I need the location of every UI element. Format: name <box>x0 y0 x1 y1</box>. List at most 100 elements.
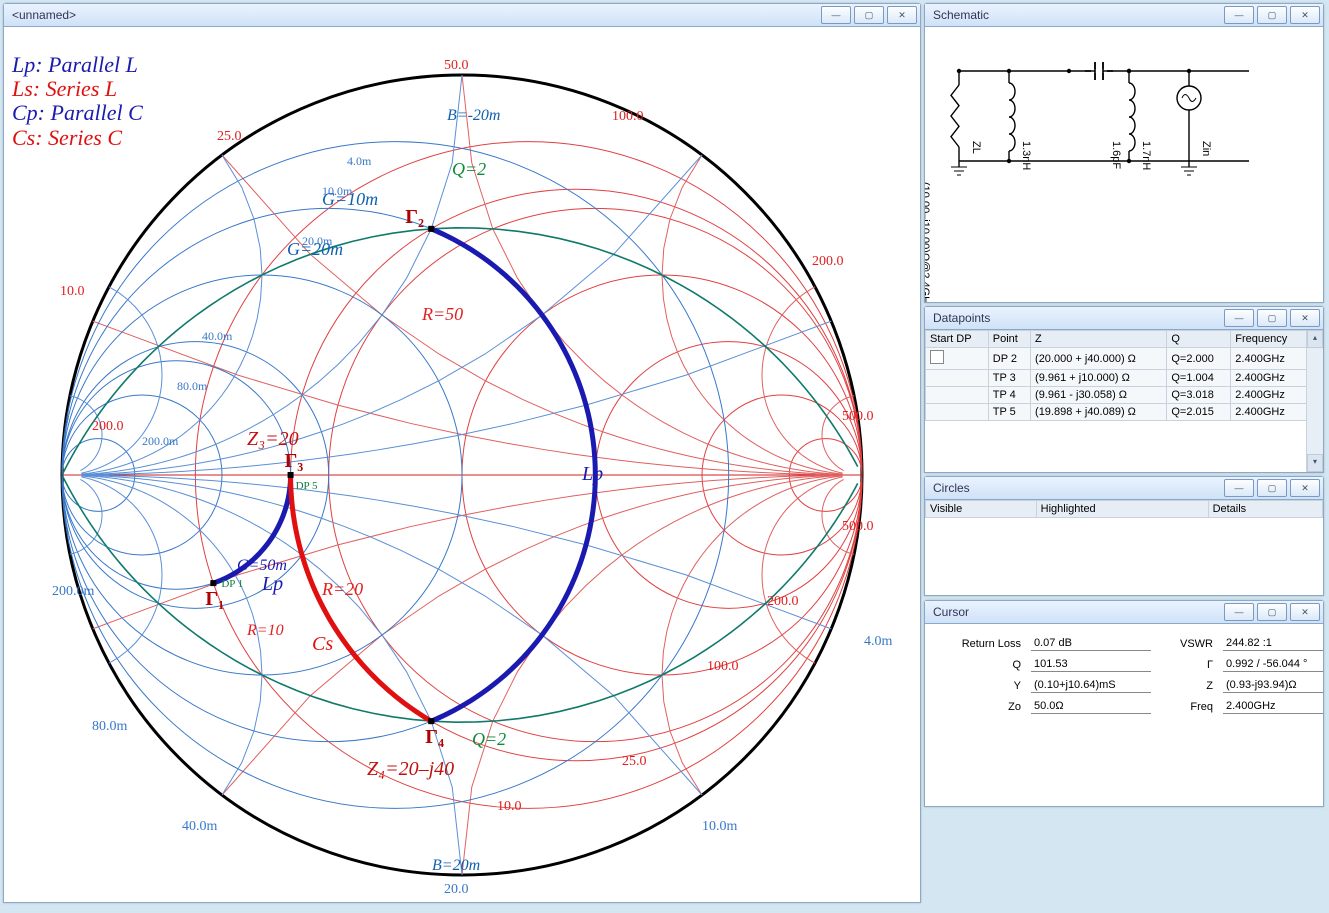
lab-return-loss: Return Loss <box>935 638 1025 650</box>
svg-text:R=50: R=50 <box>421 304 463 324</box>
cell-q: Q=3.018 <box>1167 387 1231 404</box>
cursor-window: Cursor — ▢ ✕ Return Loss 0.07 dB VSWR 24… <box>924 600 1324 807</box>
schematic-titlebar[interactable]: Schematic — ▢ ✕ <box>925 4 1323 27</box>
col-z[interactable]: Z <box>1031 331 1167 348</box>
col-point[interactable]: Point <box>988 331 1030 348</box>
svg-text:200.0: 200.0 <box>767 594 799 609</box>
cell-q: Q=2.000 <box>1167 348 1231 370</box>
close-icon[interactable]: ✕ <box>1290 603 1320 621</box>
chart-body[interactable]: Lp: Parallel L Ls: Series L Cp: Parallel… <box>4 27 920 902</box>
col-q[interactable]: Q <box>1167 331 1231 348</box>
svg-text:20.0: 20.0 <box>444 882 469 897</box>
minimize-icon[interactable]: — <box>1224 479 1254 497</box>
maximize-icon[interactable]: ▢ <box>1257 6 1287 24</box>
svg-text:4.0m: 4.0m <box>864 634 893 649</box>
svg-text:25.0: 25.0 <box>622 754 647 769</box>
close-icon[interactable]: ✕ <box>1290 479 1320 497</box>
scroll-up-icon[interactable]: ▴ <box>1307 330 1323 348</box>
svg-text:1.3nH: 1.3nH <box>1020 141 1032 170</box>
start-dp-cell[interactable] <box>926 404 989 421</box>
svg-text:1.7nH: 1.7nH <box>1140 141 1152 170</box>
cursor-grid: Return Loss 0.07 dB VSWR 244.82 :1 Q 101… <box>929 628 1319 722</box>
cell-point: TP 5 <box>988 404 1030 421</box>
lab-z: Z <box>1157 680 1217 692</box>
svg-text:200.0: 200.0 <box>92 419 124 434</box>
svg-text:G=50m: G=50m <box>237 557 287 574</box>
svg-text:100.0: 100.0 <box>707 659 739 674</box>
smith-chart-svg[interactable]: Γ₁Γ₂Γ₃Γ₄G=10mG=20mG=50mR=50R=20R=10Z₃=20… <box>4 27 920 902</box>
circles-titlebar[interactable]: Circles — ▢ ✕ <box>925 477 1323 500</box>
col-details[interactable]: Details <box>1208 501 1322 518</box>
svg-text:10.0m: 10.0m <box>322 184 353 198</box>
schematic-svg: ZL1.3nH1.6pF1.7nHZin <box>929 31 1319 286</box>
minimize-icon[interactable]: — <box>1224 6 1254 24</box>
svg-text:R=20: R=20 <box>321 579 363 599</box>
cell-z: (9.961 + j10.000) Ω <box>1031 370 1167 387</box>
table-row[interactable]: TP 3(9.961 + j10.000) ΩQ=1.0042.400GHz <box>926 370 1307 387</box>
minimize-icon[interactable]: — <box>1224 309 1254 327</box>
lab-vswr: VSWR <box>1157 638 1217 650</box>
close-icon[interactable]: ✕ <box>887 6 917 24</box>
svg-text:Q=2: Q=2 <box>452 159 486 179</box>
circles-table[interactable]: Visible Highlighted Details <box>925 500 1323 518</box>
lab-y: Y <box>935 680 1025 692</box>
close-icon[interactable]: ✕ <box>1290 6 1320 24</box>
datapoints-window: Datapoints — ▢ ✕ Start DP Point Z Q Freq… <box>924 306 1324 473</box>
svg-text:10.0: 10.0 <box>497 799 522 814</box>
svg-text:R=10: R=10 <box>246 622 284 639</box>
start-dp-cell[interactable] <box>926 348 989 370</box>
schematic-body: ZL1.3nH1.6pF1.7nHZin (10.00–j10.00)Ω@2.4… <box>925 27 1323 302</box>
svg-text:Lp: Lp <box>581 463 603 485</box>
col-startdp[interactable]: Start DP <box>926 331 989 348</box>
cursor-title: Cursor <box>933 605 969 619</box>
maximize-icon[interactable]: ▢ <box>854 6 884 24</box>
col-visible[interactable]: Visible <box>926 501 1037 518</box>
val-y: (0.10+j10.64)mS <box>1031 678 1151 693</box>
col-freq[interactable]: Frequency <box>1231 331 1307 348</box>
svg-text:Γ₄: Γ₄ <box>425 726 444 748</box>
cell-f: 2.400GHz <box>1231 387 1307 404</box>
minimize-icon[interactable]: — <box>821 6 851 24</box>
svg-text:40.0m: 40.0m <box>202 329 233 343</box>
start-dp-checkbox[interactable] <box>930 350 944 364</box>
svg-text:200.0m: 200.0m <box>52 584 95 599</box>
val-gamma: 0.992 / -56.044 ° <box>1223 657 1323 672</box>
datapoints-scrollbar[interactable]: ▴ ▾ <box>1306 330 1323 472</box>
val-z: (0.93-j93.94)Ω <box>1223 678 1323 693</box>
start-dp-cell[interactable] <box>926 370 989 387</box>
table-row[interactable]: TP 5(19.898 + j40.089) ΩQ=2.0152.400GHz <box>926 404 1307 421</box>
cell-z: (20.000 + j40.000) Ω <box>1031 348 1167 370</box>
cell-f: 2.400GHz <box>1231 404 1307 421</box>
datapoints-table[interactable]: Start DP Point Z Q Frequency DP 2(20.000… <box>925 330 1307 421</box>
minimize-icon[interactable]: — <box>1224 603 1254 621</box>
col-highlight[interactable]: Highlighted <box>1036 501 1208 518</box>
cell-point: DP 2 <box>988 348 1030 370</box>
cell-q: Q=1.004 <box>1167 370 1231 387</box>
cursor-titlebar[interactable]: Cursor — ▢ ✕ <box>925 601 1323 624</box>
lab-q: Q <box>935 659 1025 671</box>
table-row[interactable]: TP 4(9.961 - j30.058) ΩQ=3.0182.400GHz <box>926 387 1307 404</box>
val-freq: 2.400GHz <box>1223 699 1323 714</box>
svg-text:B=-20m: B=-20m <box>447 107 500 124</box>
chart-title: <unnamed> <box>12 8 76 22</box>
svg-text:20.0m: 20.0m <box>302 234 333 248</box>
svg-text:Q=2: Q=2 <box>472 729 506 749</box>
datapoints-body: Start DP Point Z Q Frequency DP 2(20.000… <box>925 330 1323 472</box>
svg-text:Γ₂: Γ₂ <box>405 206 424 228</box>
svg-text:1.6pF: 1.6pF <box>1110 141 1122 169</box>
svg-text:80.0m: 80.0m <box>177 379 208 393</box>
close-icon[interactable]: ✕ <box>1290 309 1320 327</box>
start-dp-cell[interactable] <box>926 387 989 404</box>
svg-text:Lp: Lp <box>261 573 283 595</box>
cell-point: TP 4 <box>988 387 1030 404</box>
scroll-down-icon[interactable]: ▾ <box>1307 454 1323 472</box>
maximize-icon[interactable]: ▢ <box>1257 479 1287 497</box>
table-row[interactable]: DP 2(20.000 + j40.000) ΩQ=2.0002.400GHz <box>926 348 1307 370</box>
chart-titlebar[interactable]: <unnamed> — ▢ ✕ <box>4 4 920 27</box>
datapoints-titlebar[interactable]: Datapoints — ▢ ✕ <box>925 307 1323 330</box>
maximize-icon[interactable]: ▢ <box>1257 309 1287 327</box>
cell-f: 2.400GHz <box>1231 370 1307 387</box>
circles-title: Circles <box>933 481 970 495</box>
maximize-icon[interactable]: ▢ <box>1257 603 1287 621</box>
circles-window: Circles — ▢ ✕ Visible Highlighted Detail… <box>924 476 1324 596</box>
